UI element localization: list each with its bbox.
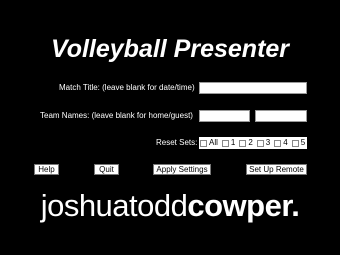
home-team-input[interactable]	[199, 110, 250, 122]
reset-sets-option-1[interactable]: 1	[221, 137, 236, 149]
brand-name-bold: cowper.	[187, 188, 300, 223]
help-button[interactable]: Help	[34, 164, 59, 175]
reset-sets-option-2[interactable]: 2	[239, 137, 253, 149]
checkbox-icon	[239, 139, 247, 147]
checkbox-icon	[200, 139, 207, 147]
reset-sets-option-label: 3	[265, 138, 271, 147]
guest-team-input[interactable]	[255, 110, 307, 122]
checkbox-icon	[291, 139, 299, 147]
reset-sets-group: All 1 2 3 4 5	[199, 137, 307, 149]
reset-sets-option-3[interactable]: 3	[256, 137, 271, 149]
reset-sets-option-label: 1	[230, 138, 236, 147]
checkbox-icon	[256, 139, 264, 147]
apply-settings-button[interactable]: Apply Settings	[153, 164, 211, 175]
quit-button[interactable]: Quit	[94, 164, 119, 175]
reset-sets-option-5[interactable]: 5	[291, 137, 306, 149]
brand-name-light: joshuatodd	[40, 188, 188, 223]
match-title-input[interactable]	[199, 82, 307, 94]
reset-sets-label: Reset Sets:	[156, 138, 198, 147]
reset-sets-option-4[interactable]: 4	[274, 137, 288, 149]
brand-logo: joshuatoddcowper.	[0, 186, 340, 226]
reset-sets-option-label: All	[209, 138, 218, 147]
set-up-remote-button[interactable]: Set Up Remote	[246, 164, 307, 175]
team-names-label: Team Names: (leave blank for home/guest)	[40, 111, 193, 120]
match-title-label: Match Title: (leave blank for date/time)	[59, 83, 195, 92]
reset-sets-option-label: 5	[300, 138, 306, 147]
reset-sets-option-label: 4	[283, 138, 288, 147]
checkbox-icon	[221, 139, 229, 147]
reset-sets-option-all[interactable]: All	[200, 137, 218, 149]
checkbox-icon	[274, 139, 282, 147]
reset-sets-option-label: 2	[248, 138, 253, 147]
app-title: Volleyball Presenter	[50, 35, 290, 63]
